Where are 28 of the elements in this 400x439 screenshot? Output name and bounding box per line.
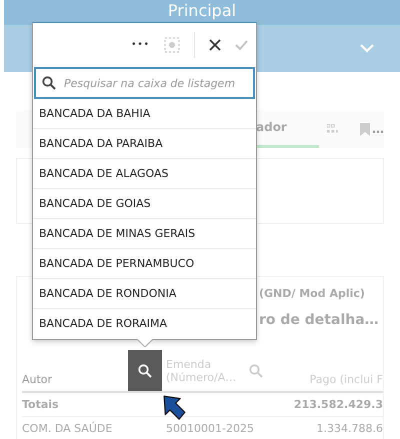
list-item[interactable]: BANCADA DE ALAGOAS: [33, 159, 256, 189]
table-cell-text: 213.582.429.3: [292, 398, 383, 411]
chevron-down-icon[interactable]: [360, 44, 374, 53]
arrow-icon: [163, 395, 186, 421]
clear-selection-icon[interactable]: [164, 37, 180, 53]
list-item[interactable]: BANCADA DA BAHIA: [33, 99, 256, 129]
panel-subtitle: ro de detalha…: [259, 311, 379, 329]
list-item[interactable]: BANCADA DE GOIAS: [33, 189, 256, 219]
sheet-title: Principal: [168, 1, 236, 22]
more-button[interactable]: •••: [131, 40, 150, 50]
search-icon: [138, 364, 152, 378]
search-field[interactable]: Pesquisar na caixa de listagem: [34, 67, 255, 99]
list-item[interactable]: BANCADA DE PERNAMBUCO: [33, 249, 256, 279]
grid-icon[interactable]: [327, 124, 338, 134]
close-icon[interactable]: [209, 39, 221, 51]
bookmark-icon[interactable]: [360, 122, 370, 136]
list-item[interactable]: BANCADA DE RONDONIA: [33, 279, 256, 309]
list-item[interactable]: BANCADA DA PARAIBA: [33, 129, 256, 159]
table-cell-text: 50010001-2025: [165, 422, 255, 435]
search-icon: [249, 364, 264, 378]
list-item[interactable]: BANCADA DE MINAS GERAIS: [33, 219, 256, 249]
list-item[interactable]: BANCADA DE RORAIMA: [33, 309, 256, 339]
search-icon: [42, 76, 56, 90]
table-cell-text: Totais: [22, 398, 60, 411]
table-cell-text: 1.334.788.6: [316, 422, 383, 435]
panel-title: (GND/ Mod Aplic): [259, 287, 365, 301]
table-cell-text: COM. DA SAÚDE: [22, 422, 114, 435]
search-button[interactable]: [128, 350, 162, 391]
